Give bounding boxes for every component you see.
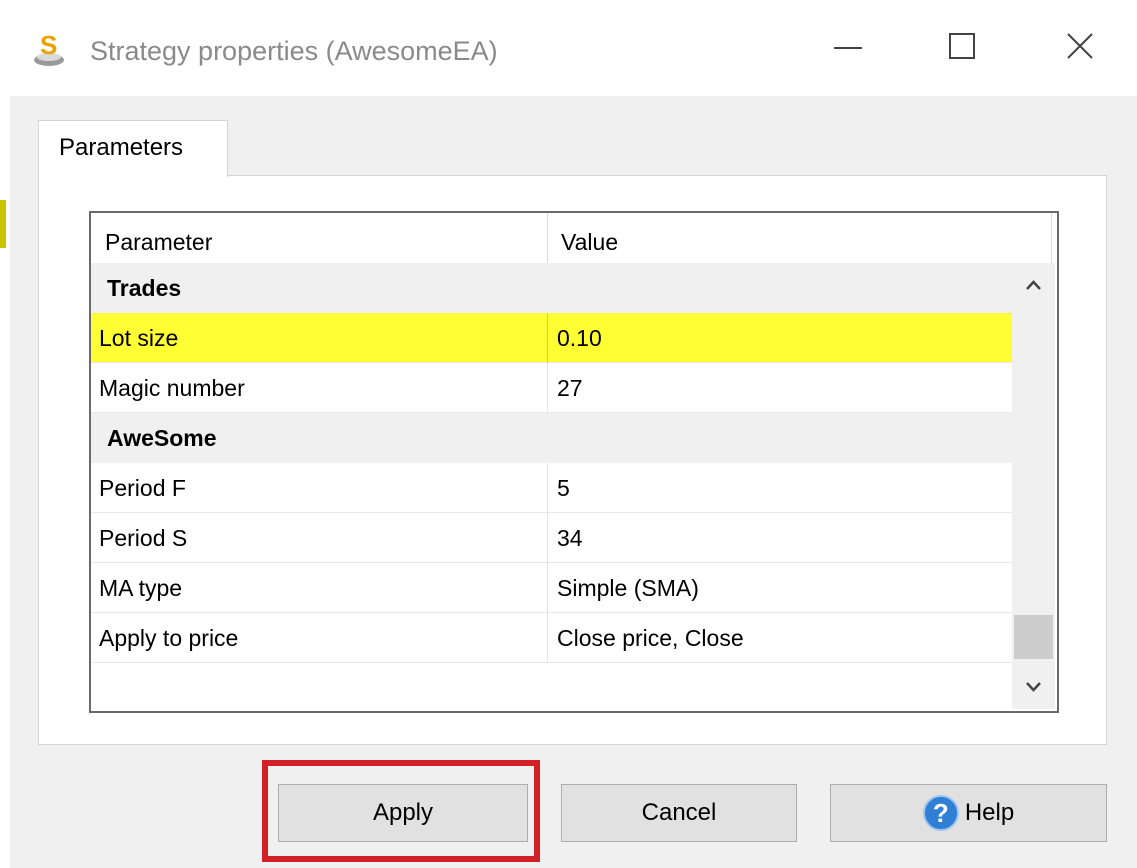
column-header-parameter[interactable]: Parameter (105, 229, 212, 256)
scroll-up-button[interactable] (1012, 263, 1055, 307)
tab-label: Parameters (59, 134, 184, 161)
help-button[interactable]: ? Help (830, 784, 1107, 842)
apply-button[interactable]: Apply (278, 784, 528, 842)
maximize-button[interactable] (932, 22, 992, 72)
title-bar: S Strategy properties (AwesomeEA) (10, 0, 1137, 96)
app-logo-icon: S (34, 30, 64, 66)
param-name: Magic number (99, 375, 245, 401)
group-row-awesome[interactable]: AweSome (91, 413, 1012, 463)
param-value[interactable]: 27 (557, 363, 583, 413)
vertical-scrollbar[interactable] (1012, 263, 1055, 709)
grid-header: Parameter Value (91, 213, 1057, 263)
chevron-up-icon (1026, 280, 1041, 290)
cell-divider (547, 463, 548, 513)
group-label: AweSome (107, 425, 217, 451)
param-row-ma-type[interactable]: MA type Simple (SMA) (91, 563, 1012, 613)
apply-label: Apply (372, 799, 434, 826)
param-name: Lot size (99, 325, 179, 351)
background-window-mark (0, 200, 6, 248)
help-label: Help (964, 799, 1015, 826)
scrollbar-thumb[interactable] (1014, 615, 1053, 659)
minimize-button[interactable] (818, 22, 878, 72)
cancel-button[interactable]: Cancel (561, 784, 797, 842)
param-row-lot-size[interactable]: Lot size 0.10 (91, 313, 1012, 363)
param-row-apply-to-price[interactable]: Apply to price Close price, Close (91, 613, 1012, 663)
cell-divider (547, 563, 548, 613)
minimize-icon (834, 47, 862, 49)
param-value[interactable]: 0.10 (557, 313, 602, 363)
close-button[interactable] (1050, 22, 1110, 72)
scroll-down-button[interactable] (1012, 665, 1055, 709)
column-header-value[interactable]: Value (561, 229, 618, 256)
param-name: Period S (99, 525, 188, 551)
strategy-properties-dialog: S Strategy properties (AwesomeEA) Parame… (10, 0, 1137, 868)
window-title: Strategy properties (AwesomeEA) (90, 36, 498, 66)
param-name: Apply to price (99, 625, 239, 651)
param-row-period-s[interactable]: Period S 34 (91, 513, 1012, 563)
param-value[interactable]: Simple (SMA) (557, 563, 699, 613)
cell-divider (547, 313, 548, 363)
param-value[interactable]: Close price, Close (557, 613, 744, 663)
param-name: Period F (99, 475, 186, 501)
cell-divider (547, 513, 548, 563)
column-divider[interactable] (547, 213, 548, 263)
cell-divider (547, 363, 548, 413)
help-icon: ? (922, 795, 959, 831)
param-name: MA type (99, 575, 183, 601)
maximize-icon (949, 33, 975, 59)
chevron-down-icon (1026, 682, 1041, 692)
param-row-magic-number[interactable]: Magic number 27 (91, 363, 1012, 413)
group-label: Trades (107, 275, 182, 301)
cancel-label: Cancel (641, 799, 717, 826)
group-row-trades[interactable]: Trades (91, 263, 1012, 313)
column-divider (1051, 213, 1052, 263)
tab-parameters[interactable]: Parameters (38, 120, 228, 177)
parameters-grid: Parameter Value Trades Lot size 0.10 Mag… (89, 211, 1059, 713)
param-value[interactable]: 5 (557, 463, 570, 513)
param-value[interactable]: 34 (557, 513, 583, 563)
param-row-period-f[interactable]: Period F 5 (91, 463, 1012, 513)
cell-divider (547, 613, 548, 663)
close-icon (1067, 33, 1093, 59)
svg-text:S: S (40, 30, 57, 60)
